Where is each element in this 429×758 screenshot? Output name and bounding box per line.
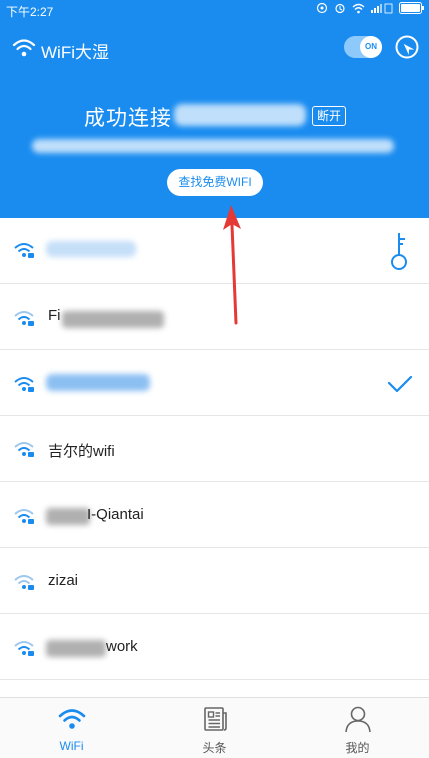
tab-label: 头条 <box>202 741 227 755</box>
wifi-signal-icon <box>14 243 34 258</box>
signal-icon <box>371 2 393 17</box>
redacted-ssid <box>174 104 306 126</box>
network-name: zizai <box>48 572 79 589</box>
network-row[interactable]: 吉尔的wifi <box>0 416 429 482</box>
network-name: I-Qiantai <box>87 506 144 523</box>
network-name: 吉尔的wifi <box>48 443 115 460</box>
wifi-signal-icon <box>14 509 34 524</box>
wifi-icon <box>58 709 86 729</box>
network-row[interactable]: work <box>0 614 429 680</box>
redacted-network-name <box>46 508 90 525</box>
status-time: 下午2:27 <box>6 5 54 19</box>
redacted-network-name <box>46 374 150 391</box>
tab-label: 我的 <box>345 741 370 755</box>
user-icon <box>345 706 371 733</box>
redacted-network-name <box>62 311 164 328</box>
annotation-arrow-icon <box>223 205 241 325</box>
network-row[interactable]: zizai <box>0 548 429 614</box>
sync-icon <box>316 2 328 17</box>
tab-news[interactable]: 头条 <box>143 698 286 758</box>
key-icon[interactable] <box>388 231 410 271</box>
app-title: WiFi大湿 <box>41 43 109 62</box>
wifi-signal-icon <box>14 575 34 590</box>
battery-icon <box>399 2 425 17</box>
bottom-tab-bar: WiFi 头条 我的 <box>0 697 429 758</box>
disconnect-button[interactable]: 断开 <box>312 106 347 126</box>
redacted-info-line <box>32 139 394 153</box>
toggle-knob: ON <box>360 36 382 58</box>
redacted-network-name <box>46 640 106 657</box>
app-bar: WiFi大湿 ON <box>0 30 429 70</box>
wifi-signal-icon <box>14 377 34 392</box>
tab-wifi[interactable]: WiFi <box>0 698 143 758</box>
news-icon <box>204 707 227 731</box>
network-name: Fi <box>48 307 61 324</box>
connected-status-text: 成功连接 <box>84 107 172 130</box>
tab-label: WiFi <box>59 739 84 753</box>
tab-profile[interactable]: 我的 <box>286 698 429 758</box>
status-bar: 下午2:27 <box>0 0 429 22</box>
redacted-network-name <box>46 241 136 257</box>
wifi-signal-icon <box>14 311 34 326</box>
wifi-toggle[interactable]: ON <box>344 36 382 58</box>
network-name: work <box>106 638 138 655</box>
speedometer-icon[interactable] <box>394 34 420 60</box>
wifi-signal-icon <box>14 442 34 457</box>
wifi-status-icon <box>352 3 365 17</box>
wifi-logo-icon <box>12 39 36 57</box>
network-row[interactable] <box>0 350 429 416</box>
wifi-signal-icon <box>14 641 34 656</box>
status-icons <box>316 2 425 17</box>
network-row[interactable]: I-Qiantai <box>0 482 429 548</box>
find-free-wifi-button[interactable]: 查找免费WIFI <box>167 169 263 196</box>
checkmark-icon <box>387 375 413 393</box>
alarm-icon <box>334 2 346 17</box>
